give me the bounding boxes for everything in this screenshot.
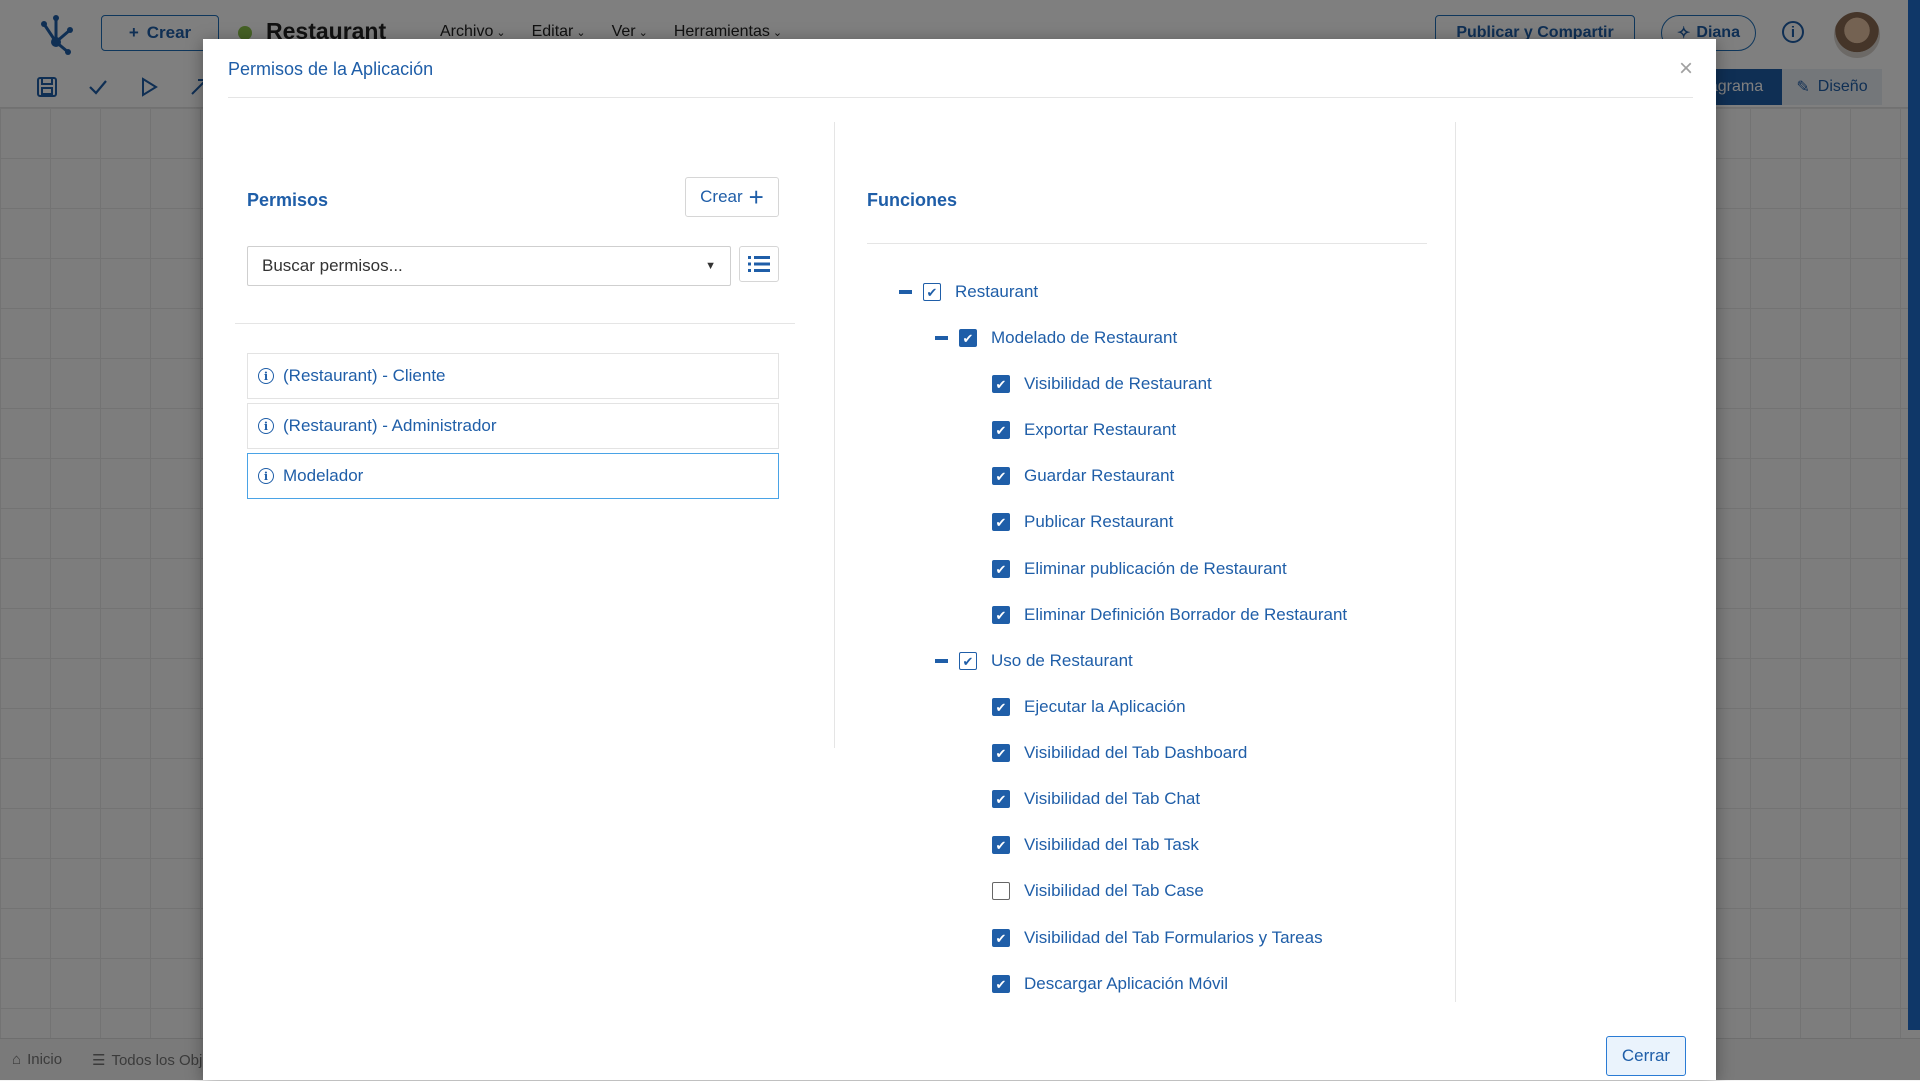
checkbox[interactable]: ✔	[992, 929, 1010, 947]
list-view-button[interactable]	[739, 246, 779, 282]
tree-leaf: ✔ Visibilidad del Tab Task	[992, 833, 1199, 857]
caret-down-icon[interactable]: ▼	[705, 260, 716, 272]
checkbox[interactable]: ✔	[992, 375, 1010, 393]
close-button[interactable]: Cerrar	[1606, 1036, 1686, 1076]
checkbox[interactable]: ✔	[992, 467, 1010, 485]
tree-node-restaurant: ✔ Restaurant	[899, 280, 1038, 304]
create-permission-button[interactable]: Crear +	[685, 177, 779, 217]
divider	[867, 243, 1427, 244]
tree-leaf: ✔ Descargar Aplicación Móvil	[992, 972, 1228, 996]
list-icon	[748, 256, 770, 272]
column-separator	[1455, 122, 1456, 1002]
tree-node-uso: ✔ Uso de Restaurant	[935, 649, 1133, 673]
tree-leaf: ✔ Visibilidad del Tab Formularios y Tare…	[992, 926, 1323, 950]
checkbox[interactable]: ✔	[992, 744, 1010, 762]
permissions-modal: Permisos de la Aplicación × Permisos Cre…	[203, 39, 1716, 1080]
tree-node-modelado: ✔ Modelado de Restaurant	[935, 326, 1177, 350]
checkbox[interactable]: ✔	[959, 329, 977, 347]
checkbox[interactable]: ✔	[992, 513, 1010, 531]
tree-leaf: ✔ Eliminar publicación de Restaurant	[992, 557, 1287, 581]
tree-leaf: ✔ Visibilidad del Tab Chat	[992, 787, 1200, 811]
tree-leaf: ✔ Visibilidad de Restaurant	[992, 372, 1212, 396]
checkbox[interactable]: ✔	[992, 421, 1010, 439]
checkbox[interactable]: ✔	[923, 283, 941, 301]
functions-title: Funciones	[867, 190, 958, 210]
checkbox[interactable]: ✔	[959, 652, 977, 670]
collapse-icon[interactable]	[935, 659, 948, 663]
checkbox[interactable]: ✔	[992, 836, 1010, 854]
tree-leaf: ✔ Publicar Restaurant	[992, 510, 1173, 534]
search-placeholder: Buscar permisos...	[262, 256, 403, 275]
tree-leaf: ✔ Guardar Restaurant	[992, 464, 1174, 488]
info-icon[interactable]: i	[258, 418, 274, 434]
tree-leaf: ✔ Exportar Restaurant	[992, 418, 1176, 442]
tree-leaf: ✔ Eliminar Definición Borrador de Restau…	[992, 603, 1347, 627]
permission-item-cliente[interactable]: i (Restaurant) - Cliente	[247, 353, 779, 399]
permission-item-modelador[interactable]: i Modelador	[247, 453, 779, 499]
permission-search-input[interactable]: Buscar permisos... ▼	[247, 246, 731, 286]
checkbox[interactable]: ✔	[992, 975, 1010, 993]
checkbox[interactable]: ✔	[992, 560, 1010, 578]
permissions-title: Permisos	[247, 190, 329, 210]
collapse-icon[interactable]	[935, 336, 948, 340]
info-icon[interactable]: i	[258, 468, 274, 484]
checkbox[interactable]: ✔	[992, 606, 1010, 624]
checkbox[interactable]: ✔	[992, 790, 1010, 808]
tree-leaf: Visibilidad del Tab Case	[992, 879, 1204, 903]
checkbox[interactable]: ✔	[992, 698, 1010, 716]
divider	[235, 323, 795, 324]
plus-icon: +	[748, 182, 764, 212]
permission-list: i (Restaurant) - Cliente i (Restaurant) …	[247, 353, 779, 503]
info-icon[interactable]: i	[258, 368, 274, 384]
permission-item-administrador[interactable]: i (Restaurant) - Administrador	[247, 403, 779, 449]
collapse-icon[interactable]	[899, 290, 912, 294]
tree-leaf: ✔ Visibilidad del Tab Dashboard	[992, 741, 1247, 765]
modal-title: Permisos de la Aplicación	[228, 59, 434, 79]
column-separator	[834, 122, 835, 748]
close-icon[interactable]: ×	[1679, 55, 1693, 83]
tree-leaf: ✔ Ejecutar la Aplicación	[992, 695, 1186, 719]
checkbox[interactable]	[992, 882, 1010, 900]
modal-header: Permisos de la Aplicación ×	[228, 39, 1693, 98]
